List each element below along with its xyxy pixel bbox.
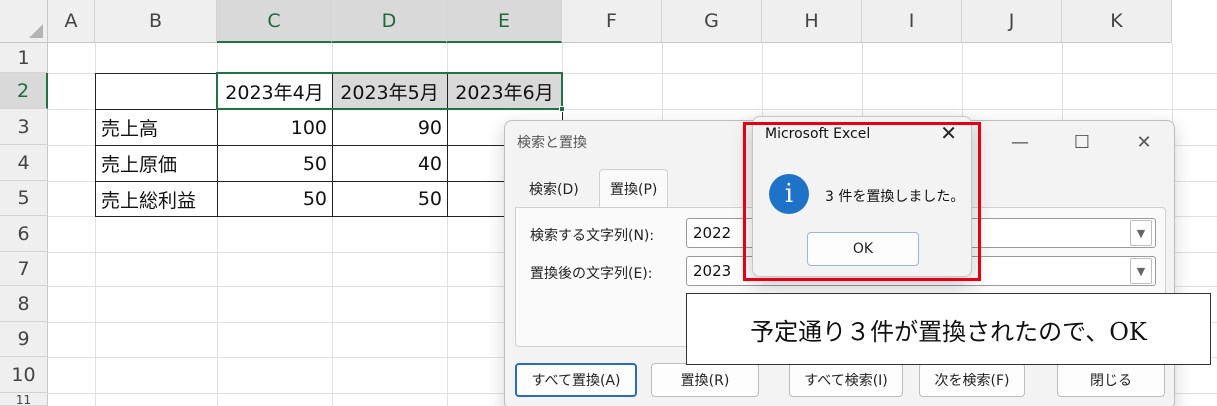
find-next-button[interactable]: 次を検索(F) xyxy=(919,363,1025,397)
column-header-k[interactable]: K xyxy=(1062,0,1172,43)
column-header-i[interactable]: I xyxy=(862,0,962,43)
cell-b5[interactable]: 売上総利益 xyxy=(96,182,217,216)
table-border xyxy=(95,73,96,216)
column-header-g[interactable]: G xyxy=(662,0,762,43)
cell-c5[interactable]: 50 xyxy=(218,182,332,216)
tab-replace[interactable]: 置換(P) xyxy=(599,169,669,207)
find-all-button[interactable]: すべて検索(I) xyxy=(789,363,903,397)
minimize-button[interactable]: — xyxy=(1005,129,1035,155)
row-header-1[interactable]: 1 xyxy=(0,43,48,73)
row-header-2[interactable]: 2 xyxy=(0,73,48,109)
table-border xyxy=(95,145,562,146)
row-header-9[interactable]: 9 xyxy=(0,322,48,357)
column-header-j[interactable]: J xyxy=(962,0,1062,43)
cell-selection xyxy=(216,72,563,110)
table-border xyxy=(95,181,562,182)
row-header-5[interactable]: 5 xyxy=(0,181,48,216)
replace-button[interactable]: 置換(R) xyxy=(651,363,759,397)
replace-dropdown[interactable]: ▼ xyxy=(1130,258,1152,284)
replace-all-button[interactable]: すべて置換(A) xyxy=(515,363,637,397)
row-header-3[interactable]: 3 xyxy=(0,109,48,145)
cell-d3[interactable]: 90 xyxy=(333,110,447,145)
row-header-4[interactable]: 4 xyxy=(0,145,48,181)
row-header-8[interactable]: 8 xyxy=(0,286,48,322)
close-dialog-button[interactable]: 閉じる xyxy=(1057,363,1165,397)
row-header-10[interactable]: 10 xyxy=(0,357,48,393)
column-header-c[interactable]: C xyxy=(217,0,332,43)
dialog-title: 検索と置換 xyxy=(517,135,587,151)
find-dropdown[interactable]: ▼ xyxy=(1130,220,1152,246)
select-all-corner[interactable] xyxy=(0,0,48,43)
row-header-7[interactable]: 7 xyxy=(0,252,48,286)
table-border xyxy=(95,216,562,217)
highlight-box xyxy=(743,122,981,281)
chevron-down-icon: ▼ xyxy=(1136,226,1146,240)
cell-b3[interactable]: 売上高 xyxy=(96,110,217,145)
annotation-callout: 予定通り３件が置換されたので、OK xyxy=(686,293,1211,365)
replace-label: 置換後の文字列(E): xyxy=(530,266,653,282)
column-header-b[interactable]: B xyxy=(95,0,217,43)
cell-c3[interactable]: 100 xyxy=(218,110,332,145)
fill-handle[interactable] xyxy=(559,106,565,112)
row-header-6[interactable]: 6 xyxy=(0,216,48,252)
column-header-e[interactable]: E xyxy=(447,0,562,43)
chevron-down-icon: ▼ xyxy=(1136,264,1146,278)
column-header-h[interactable]: H xyxy=(762,0,862,43)
column-header-a[interactable]: A xyxy=(48,0,95,43)
maximize-button[interactable]: ☐ xyxy=(1067,129,1097,155)
column-header-f[interactable]: F xyxy=(562,0,662,43)
tab-find[interactable]: 検索(D) xyxy=(519,171,589,207)
column-header-d[interactable]: D xyxy=(332,0,447,43)
cell-c4[interactable]: 50 xyxy=(218,146,332,181)
find-label: 検索する文字列(N): xyxy=(530,228,655,244)
cell-b4[interactable]: 売上原価 xyxy=(96,146,217,181)
cell-d4[interactable]: 40 xyxy=(333,146,447,181)
cell-d5[interactable]: 50 xyxy=(333,182,447,216)
row-header-11[interactable]: 11 xyxy=(0,393,48,406)
close-button[interactable]: ✕ xyxy=(1129,129,1159,155)
